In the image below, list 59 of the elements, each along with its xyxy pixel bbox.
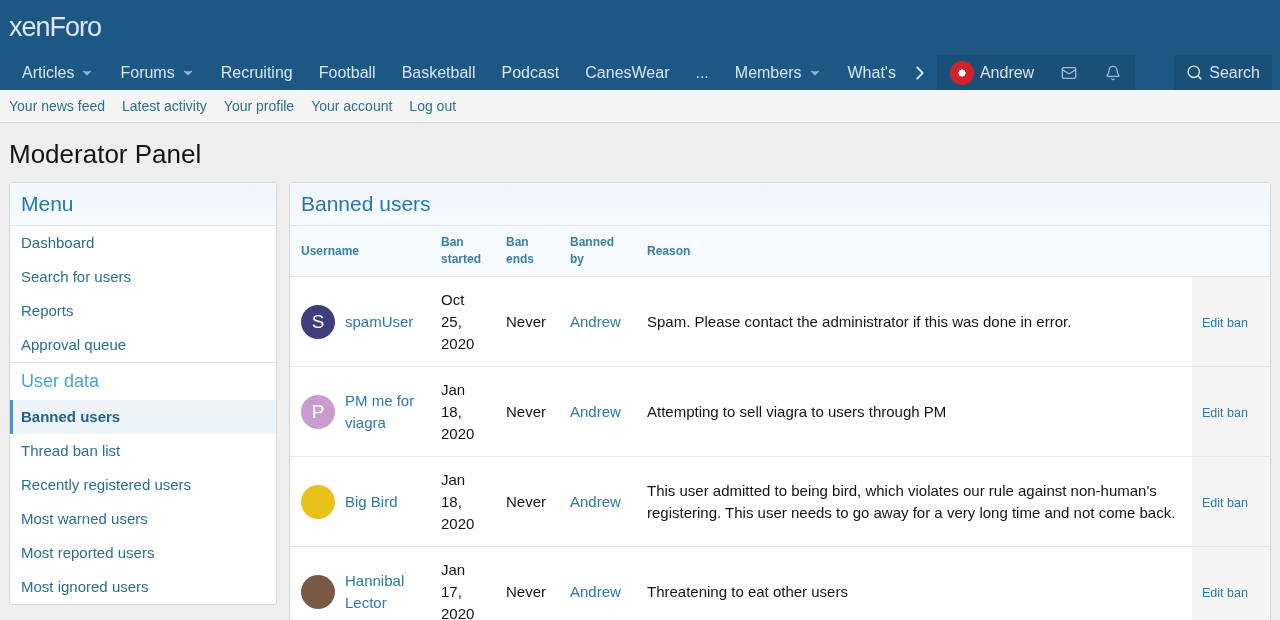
search-button[interactable]: Search xyxy=(1174,55,1272,90)
page-title: Moderator Panel xyxy=(9,139,203,170)
username-link[interactable]: Big Bird xyxy=(345,490,398,513)
table-cell: Never xyxy=(495,276,559,367)
column-header: Banned by xyxy=(559,226,636,277)
edit-ban-link[interactable]: Edit ban xyxy=(1202,315,1248,330)
sidebar-item[interactable]: Search for users xyxy=(10,260,276,294)
edit-ban-link[interactable]: Edit ban xyxy=(1202,585,1248,600)
search-icon xyxy=(1186,64,1204,81)
user-link[interactable]: Andrew xyxy=(570,402,621,420)
sidebar-item[interactable]: Recently registered users xyxy=(10,468,276,502)
logo[interactable]: xenForo xyxy=(9,12,102,43)
table-cell: Never xyxy=(495,366,559,457)
nav-tab[interactable]: ... xyxy=(682,55,722,90)
sidebar-item[interactable]: Most warned users xyxy=(10,502,276,536)
column-header: Ban ends xyxy=(495,226,559,277)
nav-tab[interactable]: Podcast xyxy=(488,55,573,90)
user-link[interactable]: Andrew xyxy=(570,312,621,330)
edit-ban-link[interactable]: Edit ban xyxy=(1202,495,1248,510)
sidebar-item[interactable]: Thread ban list xyxy=(10,434,276,468)
table-cell: Jan 18, 2020 xyxy=(430,456,495,547)
edit-ban-link[interactable]: Edit ban xyxy=(1202,405,1248,420)
sub-nav-link[interactable]: Latest activity xyxy=(122,98,207,114)
nav-tab[interactable]: Forums xyxy=(107,55,208,90)
sub-nav-link[interactable]: Your account xyxy=(311,98,393,114)
photo-placeholder[interactable] xyxy=(301,574,335,609)
nav-tab[interactable]: CanesWear xyxy=(572,55,683,90)
table-cell: Never xyxy=(495,456,559,547)
sidebar-item[interactable]: Approval queue xyxy=(10,328,276,362)
sub-nav-link[interactable]: Log out xyxy=(409,98,457,114)
nav-tab[interactable]: Recruiting xyxy=(207,55,306,90)
nav-tab[interactable]: Football xyxy=(305,55,389,90)
column-header: Ban started xyxy=(430,226,495,277)
nav-tab[interactable]: What's xyxy=(834,55,909,90)
sub-nav-link[interactable]: Your profile xyxy=(223,98,295,114)
avatar[interactable]: S xyxy=(301,304,335,339)
username-link[interactable]: Hannibal Lector xyxy=(345,569,419,614)
column-header: Username xyxy=(290,226,430,277)
table-cell: Jan 18, 2020 xyxy=(430,366,495,457)
username-link[interactable]: spamUser xyxy=(345,310,414,333)
column-header: Reason xyxy=(636,226,1192,277)
table-cell: Jan 17, 2020 xyxy=(430,546,495,620)
user-link[interactable]: Andrew xyxy=(570,492,621,510)
sidebar-title: Menu xyxy=(10,183,276,226)
user-link[interactable]: Andrew xyxy=(570,582,621,600)
panel-title: Banned users xyxy=(290,183,1270,226)
sidebar-item[interactable]: Most reported users xyxy=(10,536,276,570)
sidebar-item[interactable]: Reports xyxy=(10,294,276,328)
nav-tab[interactable]: Basketball xyxy=(388,55,489,90)
table-cell: Never xyxy=(495,546,559,620)
sidebar-item[interactable]: Most ignored users xyxy=(10,570,276,604)
table-cell: Oct 25, 2020 xyxy=(430,276,495,367)
sidebar-item[interactable]: Banned users xyxy=(10,400,276,434)
nav-tab[interactable]: Articles xyxy=(9,55,108,90)
nav-tab[interactable]: Members xyxy=(721,55,835,90)
username-link[interactable]: PM me for viagra xyxy=(345,389,419,434)
avatar-icon xyxy=(949,60,974,85)
sub-nav-link[interactable]: Your news feed xyxy=(9,98,105,114)
sidebar-item[interactable]: Dashboard xyxy=(10,226,276,260)
